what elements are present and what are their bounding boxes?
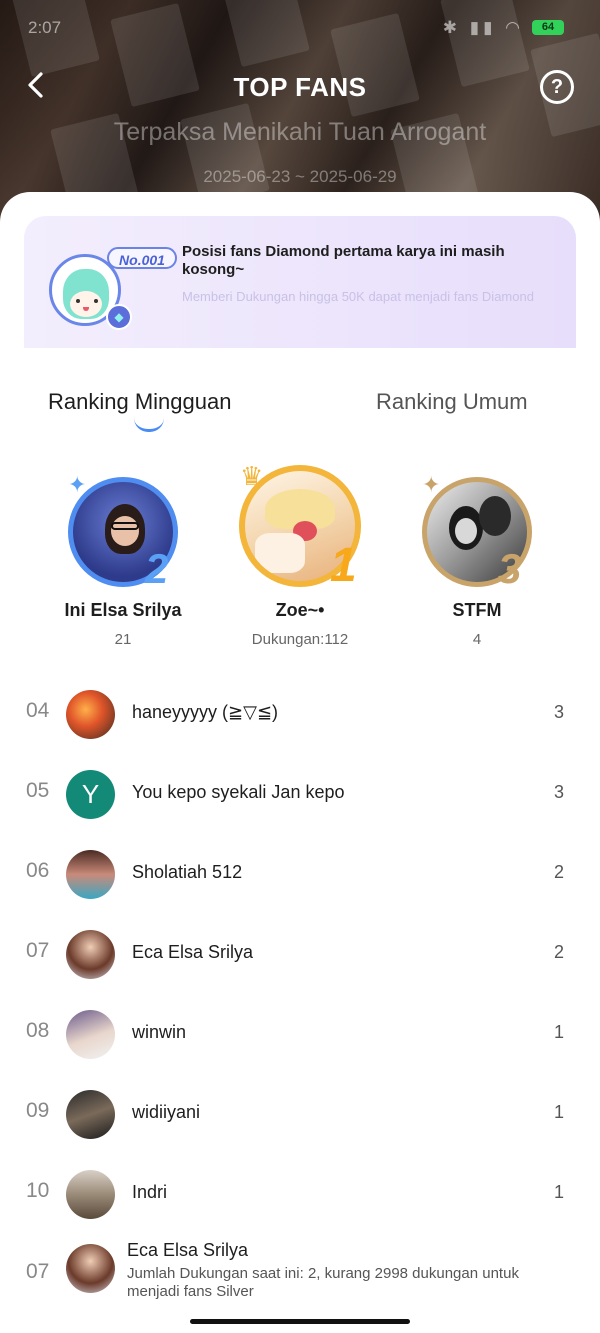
support-count: 3	[553, 702, 564, 722]
crown-icon: ✦	[422, 472, 441, 497]
avatar	[66, 930, 115, 979]
ranking-row[interactable]: 05 Y You kepo syekali Jan kepo 3	[0, 755, 600, 835]
ranking-row[interactable]: 04 haneyyyyy (≧▽≦) 3	[0, 675, 600, 755]
fan-name: Sholatiah 512	[132, 862, 243, 882]
tab-weekly-ranking[interactable]: Ranking Mingguan	[48, 389, 231, 415]
fan-name: Eca Elsa Srilya	[132, 942, 254, 962]
podium-rank-2: 2	[145, 545, 169, 592]
avatar	[66, 1170, 115, 1219]
podium-name-3: STFM	[452, 600, 502, 620]
book-title: Terpaksa Menikahi Tuan Arrogant	[113, 118, 487, 146]
ranking-row[interactable]: 07 Eca Elsa Srilya 2	[0, 915, 600, 995]
fan-name: winwin	[132, 1022, 187, 1042]
avatar	[66, 1010, 115, 1059]
rank-number: 05	[26, 779, 50, 802]
rank-number: 09	[26, 1099, 50, 1122]
podium-name-2: Ini Elsa Srilya	[64, 600, 182, 620]
podium-value-2: 21	[114, 631, 132, 648]
avatar	[66, 850, 115, 899]
tab-general-ranking[interactable]: Ranking Umum	[376, 389, 528, 415]
rank-badge: No.001	[107, 247, 177, 269]
status-time: 2:07	[28, 18, 62, 37]
fan-name: You kepo syekali Jan kepo	[132, 782, 345, 802]
podium-value-3: 4	[472, 631, 482, 648]
rank-number: 08	[26, 1019, 50, 1042]
ranking-row[interactable]: 09 widiiyani 1	[0, 1075, 600, 1155]
support-count: 1	[553, 1102, 564, 1122]
support-count: 3	[553, 782, 564, 802]
support-count: 1	[553, 1022, 564, 1042]
avatar: Y	[66, 770, 115, 819]
fan-name: widiiyani	[132, 1102, 201, 1122]
current-user-description: Jumlah Dukungan saat ini: 2, kurang 2998…	[127, 1265, 519, 1300]
podium-value-1: Dukungan:112	[251, 631, 349, 648]
page-title: TOP FANS	[233, 72, 367, 102]
support-count: 1	[553, 1182, 564, 1202]
current-user-avatar	[66, 1244, 115, 1293]
banner-title: Posisi fans Diamond pertama karya ini ma…	[182, 243, 505, 278]
support-count: 2	[553, 942, 564, 962]
current-user-row: 07 Eca Elsa Srilya Jumlah Dukungan saat …	[0, 1232, 600, 1312]
date-range: 2025-06-23 ~ 2025-06-29	[203, 167, 397, 186]
current-user-rank: 07	[26, 1260, 50, 1283]
signal-wifi-icon: ✱ ▮▮ ◠	[442, 18, 524, 37]
ranking-row[interactable]: 06 Sholatiah 512 2	[0, 835, 600, 915]
rank-number: 04	[26, 699, 50, 722]
crown-icon: ✦	[68, 472, 87, 497]
podium-rank-1: 1	[330, 539, 357, 592]
ranking-row[interactable]: 08 winwin 1	[0, 995, 600, 1075]
help-icon[interactable]: ?	[540, 70, 574, 104]
rank-number: 10	[26, 1179, 50, 1202]
podium-rank-3: 3	[498, 545, 522, 592]
diamond-icon: ◆	[106, 304, 132, 330]
fan-name: haneyyyyy (≧▽≦)	[132, 702, 279, 722]
support-count: 2	[553, 862, 564, 882]
avatar	[66, 690, 115, 739]
podium-name-1: Zoe~•	[275, 600, 325, 620]
current-user-name: Eca Elsa Srilya	[127, 1240, 249, 1260]
battery-icon: 64	[532, 20, 564, 35]
fan-name: Indri	[132, 1182, 168, 1202]
ranking-row[interactable]: 10 Indri 1	[0, 1155, 600, 1235]
rank-number: 06	[26, 859, 50, 882]
avatar	[66, 1090, 115, 1139]
crown-icon: ♛	[240, 461, 264, 491]
home-indicator[interactable]	[190, 1319, 410, 1324]
status-bar: 2:07 ✱ ▮▮ ◠ 64	[28, 14, 564, 42]
rank-number: 07	[26, 939, 50, 962]
banner-subtitle: Memberi Dukungan hingga 50K dapat menjad…	[182, 289, 534, 304]
